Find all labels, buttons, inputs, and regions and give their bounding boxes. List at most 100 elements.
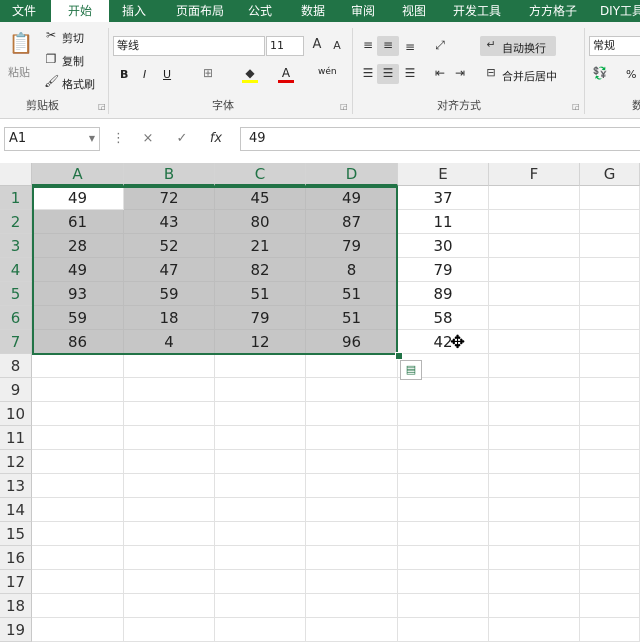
wrap-text-icon[interactable]: ↵ bbox=[484, 38, 498, 51]
cell-d1[interactable]: 49 bbox=[306, 186, 398, 210]
cell-g1[interactable] bbox=[580, 186, 640, 210]
cell-a8[interactable] bbox=[32, 354, 124, 378]
formula-input[interactable]: 49 bbox=[240, 127, 640, 151]
column-header-a[interactable]: A bbox=[32, 163, 124, 186]
cell-a1[interactable]: 49 bbox=[32, 186, 124, 210]
insert-function-icon[interactable]: fx bbox=[206, 127, 226, 151]
tab-1[interactable]: 开始 bbox=[51, 0, 109, 22]
shrink-font-icon[interactable]: A bbox=[330, 39, 344, 52]
grow-font-icon[interactable]: A bbox=[310, 37, 324, 52]
cell-g11[interactable] bbox=[580, 426, 640, 450]
wrap-text-button[interactable]: 自动换行 bbox=[502, 40, 546, 56]
cut-icon[interactable]: ✂ bbox=[44, 28, 58, 42]
copy-button[interactable]: 复制 bbox=[62, 53, 84, 69]
row-header-13[interactable]: 13 bbox=[0, 474, 32, 498]
cell-b16[interactable] bbox=[124, 546, 215, 570]
column-header-g[interactable]: G bbox=[580, 163, 640, 186]
alignment-dialog-launcher-icon[interactable]: ◲ bbox=[572, 102, 580, 111]
cell-f19[interactable] bbox=[489, 618, 580, 642]
cell-e6[interactable]: 58 bbox=[398, 306, 489, 330]
cell-e10[interactable] bbox=[398, 402, 489, 426]
cell-f6[interactable] bbox=[489, 306, 580, 330]
cell-e5[interactable]: 89 bbox=[398, 282, 489, 306]
cell-f16[interactable] bbox=[489, 546, 580, 570]
row-header-9[interactable]: 9 bbox=[0, 378, 32, 402]
tab-6[interactable]: 审阅 bbox=[341, 0, 385, 22]
tab-3[interactable]: 页面布局 bbox=[163, 0, 237, 22]
enter-icon[interactable]: ✓ bbox=[172, 127, 192, 151]
cell-g15[interactable] bbox=[580, 522, 640, 546]
fill-color-icon[interactable]: ◆ bbox=[242, 66, 258, 83]
cell-f8[interactable] bbox=[489, 354, 580, 378]
cell-g16[interactable] bbox=[580, 546, 640, 570]
cell-b14[interactable] bbox=[124, 498, 215, 522]
row-header-18[interactable]: 18 bbox=[0, 594, 32, 618]
cell-e17[interactable] bbox=[398, 570, 489, 594]
row-header-12[interactable]: 12 bbox=[0, 450, 32, 474]
tab-5[interactable]: 数据 bbox=[290, 0, 336, 22]
cell-e11[interactable] bbox=[398, 426, 489, 450]
cell-d2[interactable]: 87 bbox=[306, 210, 398, 234]
cell-a9[interactable] bbox=[32, 378, 124, 402]
orientation-icon[interactable]: ⤢ bbox=[432, 38, 448, 53]
cell-d8[interactable] bbox=[306, 354, 398, 378]
cell-b12[interactable] bbox=[124, 450, 215, 474]
cell-e13[interactable] bbox=[398, 474, 489, 498]
tab-10[interactable]: DIY工具 bbox=[592, 0, 640, 22]
select-all-button[interactable] bbox=[0, 163, 32, 186]
cell-d7[interactable]: 96 bbox=[306, 330, 398, 354]
cell-e16[interactable] bbox=[398, 546, 489, 570]
cell-f17[interactable] bbox=[489, 570, 580, 594]
cell-b18[interactable] bbox=[124, 594, 215, 618]
cell-d6[interactable]: 51 bbox=[306, 306, 398, 330]
align-center-icon[interactable]: ☰ bbox=[380, 66, 396, 80]
cell-f18[interactable] bbox=[489, 594, 580, 618]
clipboard-dialog-launcher-icon[interactable]: ◲ bbox=[98, 102, 106, 111]
column-header-f[interactable]: F bbox=[489, 163, 580, 186]
cell-g4[interactable] bbox=[580, 258, 640, 282]
cell-e15[interactable] bbox=[398, 522, 489, 546]
row-header-3[interactable]: 3 bbox=[0, 234, 32, 258]
cell-g9[interactable] bbox=[580, 378, 640, 402]
cell-c16[interactable] bbox=[215, 546, 306, 570]
chevron-down-icon[interactable]: ▼ bbox=[86, 127, 98, 151]
cell-c9[interactable] bbox=[215, 378, 306, 402]
cell-f14[interactable] bbox=[489, 498, 580, 522]
cell-d11[interactable] bbox=[306, 426, 398, 450]
cell-a17[interactable] bbox=[32, 570, 124, 594]
cell-b8[interactable] bbox=[124, 354, 215, 378]
row-header-5[interactable]: 5 bbox=[0, 282, 32, 306]
cell-a15[interactable] bbox=[32, 522, 124, 546]
cell-b19[interactable] bbox=[124, 618, 215, 642]
row-header-4[interactable]: 4 bbox=[0, 258, 32, 282]
cell-a12[interactable] bbox=[32, 450, 124, 474]
cell-c1[interactable]: 45 bbox=[215, 186, 306, 210]
cell-a10[interactable] bbox=[32, 402, 124, 426]
cell-c8[interactable] bbox=[215, 354, 306, 378]
cell-c17[interactable] bbox=[215, 570, 306, 594]
tab-4[interactable]: 公式 bbox=[240, 0, 280, 22]
cell-b6[interactable]: 18 bbox=[124, 306, 215, 330]
align-right-icon[interactable]: ☰ bbox=[402, 66, 418, 80]
cell-c19[interactable] bbox=[215, 618, 306, 642]
cell-a4[interactable]: 49 bbox=[32, 258, 124, 282]
cell-a14[interactable] bbox=[32, 498, 124, 522]
tab-2[interactable]: 插入 bbox=[110, 0, 158, 22]
cell-c12[interactable] bbox=[215, 450, 306, 474]
cell-a19[interactable] bbox=[32, 618, 124, 642]
cell-g3[interactable] bbox=[580, 234, 640, 258]
cell-e1[interactable]: 37 bbox=[398, 186, 489, 210]
cell-f7[interactable] bbox=[489, 330, 580, 354]
cell-c4[interactable]: 82 bbox=[215, 258, 306, 282]
cell-e12[interactable] bbox=[398, 450, 489, 474]
row-header-17[interactable]: 17 bbox=[0, 570, 32, 594]
paste-button-label[interactable]: 粘贴 bbox=[8, 64, 30, 80]
middle-align-icon[interactable]: ≡ bbox=[380, 38, 396, 52]
cell-f3[interactable] bbox=[489, 234, 580, 258]
cell-g19[interactable] bbox=[580, 618, 640, 642]
cell-a13[interactable] bbox=[32, 474, 124, 498]
cell-g12[interactable] bbox=[580, 450, 640, 474]
row-header-8[interactable]: 8 bbox=[0, 354, 32, 378]
cell-e19[interactable] bbox=[398, 618, 489, 642]
font-dialog-launcher-icon[interactable]: ◲ bbox=[340, 102, 348, 111]
